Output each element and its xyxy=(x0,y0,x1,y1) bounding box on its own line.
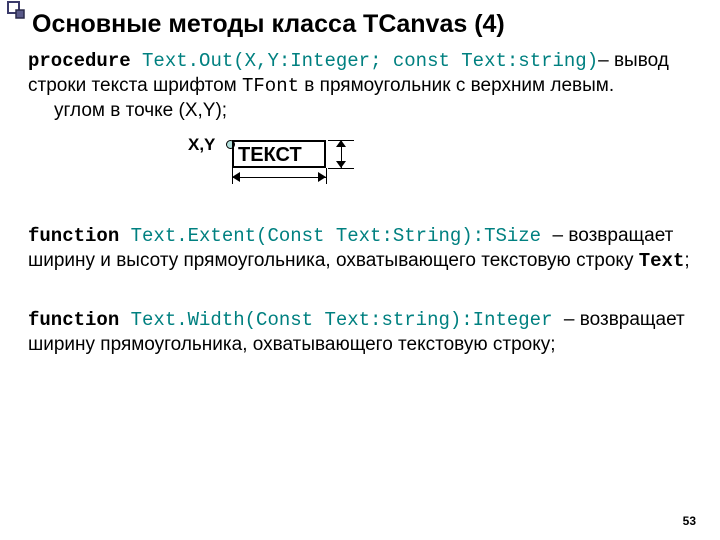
method-textwidth: function Text.Width(Const Text:string):I… xyxy=(28,308,692,357)
desc-tail1: в прямоугольник с верхним левым. xyxy=(299,75,614,96)
desc-tail2: углом в точке (X,Y); xyxy=(28,99,692,123)
signature: Text.Extent(Const Text:String):TSize xyxy=(119,225,552,247)
tick xyxy=(326,168,327,184)
xy-label: X,Y xyxy=(188,135,215,155)
slide-title: Основные методы класса TCanvas (4) xyxy=(28,10,692,39)
text-ref: Text xyxy=(639,250,685,272)
semicolon: ; xyxy=(684,250,689,271)
width-arrow xyxy=(232,172,326,184)
keyword: function xyxy=(28,309,119,331)
tick xyxy=(328,168,354,169)
keyword: function xyxy=(28,225,119,247)
signature: Text.Width(Const Text:string):Integer xyxy=(119,309,564,331)
method-textextent: function Text.Extent(Const Text:String):… xyxy=(28,224,692,274)
height-arrow xyxy=(336,140,348,168)
signature: Text.Out(X,Y:Integer; const Text:string) xyxy=(131,50,598,72)
page-number: 53 xyxy=(683,514,696,528)
method-textout: procedure Text.Out(X,Y:Integer; const Te… xyxy=(28,49,692,122)
text-rect: ТЕКСТ xyxy=(232,140,326,168)
tfont-ref: TFont xyxy=(242,75,299,97)
diagram: X,Y ТЕКСТ xyxy=(188,132,388,188)
keyword: procedure xyxy=(28,50,131,72)
